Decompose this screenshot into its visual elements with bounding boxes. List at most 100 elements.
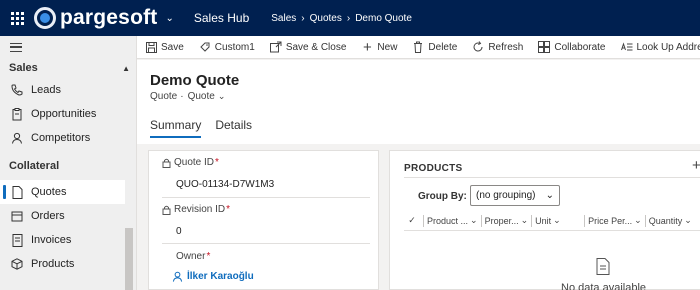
dot-separator: · xyxy=(180,91,184,102)
trash-icon xyxy=(412,41,424,53)
clipboard-icon xyxy=(10,107,24,121)
plus-icon: + xyxy=(363,38,372,56)
sidebar-item-label: Opportunities xyxy=(31,108,97,120)
sidebar-item-opportunities[interactable]: Opportunities xyxy=(0,102,125,126)
add-product-button[interactable]: + xyxy=(692,157,700,174)
chevron-down-icon: ⌄ xyxy=(520,215,529,225)
products-title: PRODUCTS xyxy=(404,163,463,174)
revision-id-field[interactable]: 0 xyxy=(176,226,182,237)
form-selector[interactable]: Quote ⌄ xyxy=(188,91,226,102)
invoice-icon xyxy=(10,233,24,247)
form-selector-label: Quote xyxy=(187,91,215,102)
save-button[interactable]: Save xyxy=(145,41,184,53)
box-icon xyxy=(10,209,24,223)
custom-icon xyxy=(199,41,211,53)
empty-state-text: No data available xyxy=(561,282,647,290)
chevron-down-icon: ⌄ xyxy=(553,215,561,225)
chevron-down-icon: ⌄ xyxy=(217,91,226,101)
column-separator xyxy=(480,214,482,227)
look-up-address-button[interactable]: Look Up Address xyxy=(620,41,700,53)
revision-id-label: Revision ID * xyxy=(162,204,230,215)
tab-summary[interactable]: Summary xyxy=(150,118,202,138)
group-by-label: Group By: xyxy=(418,191,467,202)
delete-button[interactable]: Delete xyxy=(412,41,457,53)
address-icon xyxy=(620,41,633,53)
logo-icon xyxy=(34,7,56,29)
chevron-down-icon[interactable]: ⌄ xyxy=(165,13,173,24)
breadcrumb-sales[interactable]: Sales xyxy=(271,13,296,24)
products-subgrid: PRODUCTS + Group By: (no grouping) ⌄ ✓ P… xyxy=(389,150,700,290)
column-price-per-unit[interactable]: Price Per... ⌄ xyxy=(588,215,642,226)
sidebar-item-leads[interactable]: Leads xyxy=(0,78,125,102)
save-close-button[interactable]: Save & Close xyxy=(269,41,347,53)
app-launcher-button[interactable] xyxy=(0,0,34,36)
sidebar-item-label: Competitors xyxy=(31,132,91,144)
look-up-address-label: Look Up Address xyxy=(636,41,700,53)
chevron-down-icon: ⌄ xyxy=(634,215,642,225)
sidebar-item-invoices[interactable]: Invoices xyxy=(0,228,125,252)
custom1-label: Custom1 xyxy=(214,41,255,53)
custom1-button[interactable]: Custom1 xyxy=(199,41,255,53)
logo-text: pargesoft xyxy=(60,6,158,29)
quote-id-label: Quote ID * xyxy=(162,157,219,168)
owner-label: Owner * xyxy=(176,251,210,262)
sidebar-item-orders[interactable]: Orders xyxy=(0,204,125,228)
collaborate-button[interactable]: Collaborate xyxy=(538,41,606,53)
column-properties[interactable]: Proper... ⌄ xyxy=(485,215,529,226)
chevron-down-icon: ⌄ xyxy=(545,190,554,201)
sidebar-item-quotes[interactable]: Quotes xyxy=(0,180,125,204)
sidebar: Sales ▲ Leads Opportunities Competitors … xyxy=(0,36,137,290)
new-label: New xyxy=(377,41,398,53)
quote-id-label-text: Quote ID xyxy=(174,157,215,168)
save-close-label: Save & Close xyxy=(285,41,347,53)
select-all-checkmark-icon[interactable]: ✓ xyxy=(404,215,420,226)
column-separator xyxy=(584,214,586,227)
save-label: Save xyxy=(161,41,184,53)
grid-column-header: ✓ Product ... ⌄ Proper... ⌄ Unit ⌄ Price Pe… xyxy=(404,211,700,231)
owner-lookup-link[interactable]: İlker Karaoğlu xyxy=(172,271,254,282)
sidebar-scrollbar[interactable] xyxy=(125,228,133,290)
group-by-value: (no grouping) xyxy=(476,190,536,201)
cube-icon xyxy=(10,257,24,271)
refresh-icon xyxy=(472,41,484,53)
column-separator xyxy=(423,214,424,227)
breadcrumb-quotes[interactable]: Quotes xyxy=(310,13,342,24)
breadcrumb: Sales › Quotes › Demo Quote xyxy=(271,13,412,24)
sidebar-item-label: Leads xyxy=(31,84,61,96)
chevron-down-icon: ⌄ xyxy=(470,215,478,225)
tab-details[interactable]: Details xyxy=(215,118,252,138)
nav-group-collateral: Collateral xyxy=(0,156,136,176)
column-unit[interactable]: Unit ⌄ xyxy=(535,215,581,226)
column-label: Proper... xyxy=(484,215,519,226)
column-quantity[interactable]: Quantity ⌄ xyxy=(649,215,692,226)
owner-label-text: Owner xyxy=(176,251,206,262)
menu-toggle-button[interactable] xyxy=(0,36,136,58)
form-tabs: Summary Details xyxy=(150,118,266,138)
sidebar-item-products[interactable]: Products xyxy=(0,252,125,276)
person-icon xyxy=(10,131,24,145)
column-product[interactable]: Product ... ⌄ xyxy=(427,215,478,226)
sidebar-item-label: Products xyxy=(31,258,75,270)
quote-id-field[interactable]: QUO-01134-D7W1M3 xyxy=(176,179,274,190)
new-button[interactable]: + New xyxy=(361,38,398,56)
refresh-button[interactable]: Refresh xyxy=(472,41,523,53)
breadcrumb-current[interactable]: Demo Quote xyxy=(355,13,412,24)
sidebar-item-competitors[interactable]: Competitors xyxy=(0,126,125,150)
field-divider xyxy=(162,197,370,198)
lock-icon xyxy=(162,205,171,215)
required-marker: * xyxy=(215,157,219,168)
products-divider xyxy=(404,177,700,178)
entity-subline: Quote · Quote ⌄ xyxy=(150,91,225,102)
app-name[interactable]: Sales Hub xyxy=(194,11,249,25)
brand-logo[interactable]: pargesoft ⌄ xyxy=(34,0,174,36)
refresh-label: Refresh xyxy=(488,41,524,53)
nav-group-label: Sales xyxy=(9,62,38,74)
chevron-up-icon[interactable]: ▲ xyxy=(122,64,130,73)
group-by-select[interactable]: (no grouping) ⌄ xyxy=(470,185,560,206)
nav-group-sales[interactable]: Sales ▲ xyxy=(0,58,136,78)
chevron-down-icon: ⌄ xyxy=(684,215,692,225)
sidebar-item-label: Orders xyxy=(31,210,65,222)
empty-document-icon xyxy=(596,258,610,275)
command-bar: Save Custom1 Save & Close + New Delete R… xyxy=(137,36,700,59)
delete-label: Delete xyxy=(428,41,458,53)
